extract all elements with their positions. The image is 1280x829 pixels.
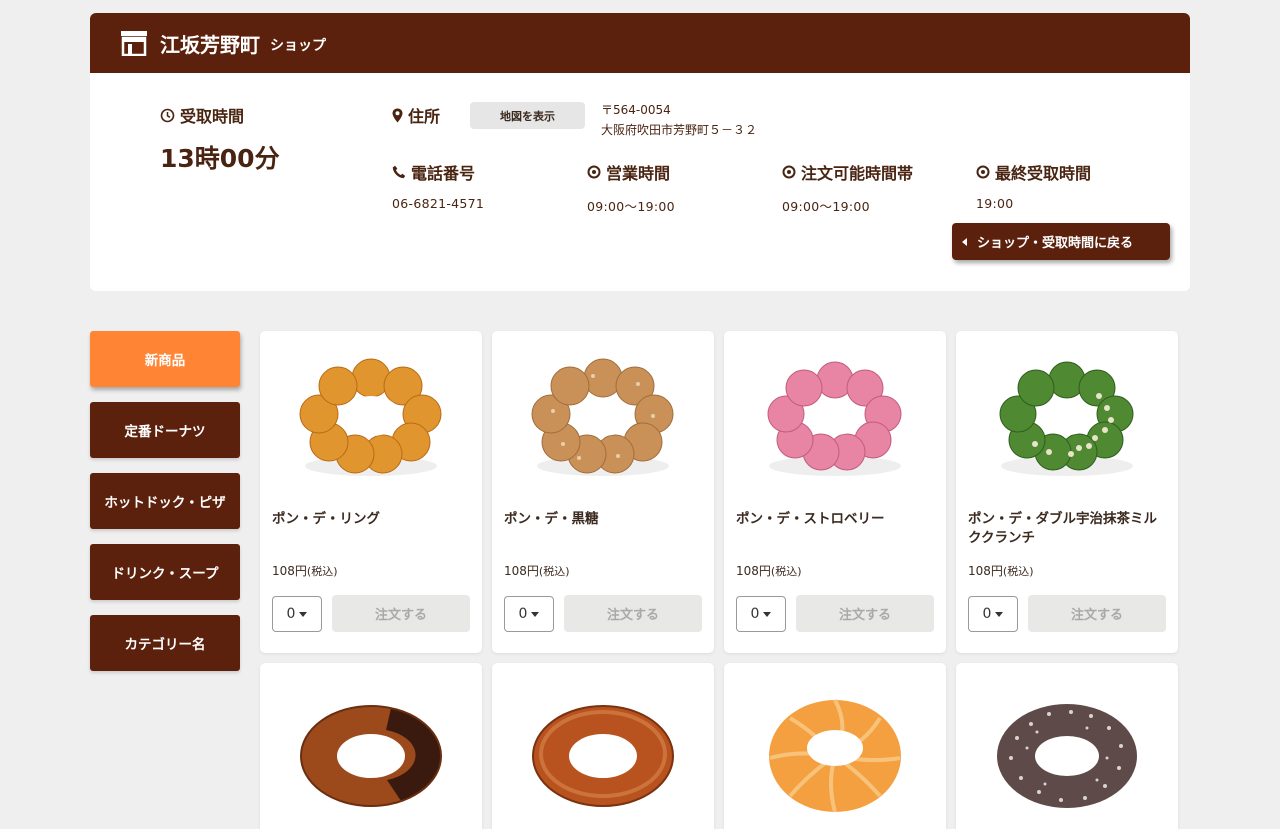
category-label: 定番ドーナツ [124,424,206,440]
coconut-chocolate-image[interactable] [984,685,1150,821]
chevron-left-icon [962,237,967,246]
category-label: ホットドック・ピザ [104,495,226,511]
caret-down-icon [299,611,308,617]
last-pickup-label: 最終受取時間 [995,164,1092,183]
category-standard-donuts[interactable]: 定番ドーナツ [90,402,240,458]
pickup-label: 受取時間 [180,107,245,126]
phone-block: 電話番号 06-6821-4571 [392,160,484,211]
map-pin-icon [392,108,403,122]
product-card [492,663,714,829]
phone-icon [392,165,406,179]
order-hours-block: 注文可能時間帯 09:00〜19:00 [782,160,913,215]
ring-icon [587,165,601,179]
caret-down-icon [995,611,1004,617]
quantity-value: 0 [286,606,296,622]
product-price: 108円(税込) [968,562,1034,579]
product-card: ポン・デ・黒糖 108円(税込) 0 注文する [492,331,714,653]
tax-note: (税込) [538,565,570,578]
price-value: 108円 [736,564,771,578]
address-block: 住所 [392,103,440,127]
quantity-value: 0 [518,606,528,622]
last-pickup-block: 最終受取時間 19:00 [976,160,1091,211]
pon-de-matcha-image[interactable] [984,353,1150,489]
product-price: 108円(税込) [504,562,570,579]
quantity-select[interactable]: 0 [272,596,322,632]
quantity-select[interactable]: 0 [504,596,554,632]
french-cruller-image[interactable] [752,685,918,821]
order-button[interactable]: 注文する [796,595,934,632]
phone-number: 06-6821-4571 [392,196,485,211]
clock-icon [160,108,175,122]
category-label: カテゴリー名 [124,637,206,653]
product-card: ポン・デ・ダブル宇治抹茶ミルククランチ 108円(税込) 0 注文する [956,331,1178,653]
product-price: 108円(税込) [736,562,802,579]
back-button-label: ショップ・受取時間に戻る [977,236,1134,251]
category-hotdog-pizza[interactable]: ホットドック・ピザ [90,473,240,529]
quantity-select[interactable]: 0 [968,596,1018,632]
shop-suffix: ショップ [270,38,326,54]
pickup-time-block: 受取時間 13時00分 [160,103,280,175]
order-hours-value: 09:00〜19:00 [782,199,870,214]
quantity-value: 0 [750,606,760,622]
ring-icon [782,165,796,179]
shop-name: 江坂芳野町 [160,32,260,57]
caret-down-icon [763,611,772,617]
price-value: 108円 [504,564,539,578]
tax-note: (税込) [306,565,338,578]
tax-note: (税込) [770,565,802,578]
order-button[interactable]: 注文する [332,595,470,632]
quantity-select[interactable]: 0 [736,596,786,632]
pon-de-strawberry-image[interactable] [752,353,918,489]
business-hours-label: 営業時間 [606,164,671,183]
price-value: 108円 [968,564,1003,578]
product-name: ポン・デ・黒糖 [504,511,599,527]
order-button[interactable]: 注文する [1028,595,1166,632]
product-card [260,663,482,829]
category-label: ドリンク・スープ [111,566,219,582]
product-name: ポン・デ・ストロベリー [736,511,885,527]
ring-icon [976,165,990,179]
address-label: 住所 [408,107,441,126]
caret-down-icon [531,611,540,617]
product-name: ポン・デ・リング [272,511,380,527]
product-price: 108円(税込) [272,562,338,579]
chocolate-dip-old-fashioned-image[interactable] [288,685,454,821]
price-value: 108円 [272,564,307,578]
business-hours-value: 09:00〜19:00 [587,199,675,214]
shop-icon [121,31,147,56]
shop-header: 江坂芳野町 ショップ [90,13,1190,73]
pon-de-ring-image[interactable] [288,353,454,489]
address-text: 〒564-0054 大阪府吹田市芳野町５－３２ [601,100,757,140]
product-card: ポン・デ・ストロベリー 108円(税込) 0 注文する [724,331,946,653]
back-to-shop-button[interactable]: ショップ・受取時間に戻る [952,223,1170,260]
quantity-value: 0 [982,606,992,622]
category-new-items[interactable]: 新商品 [90,331,240,387]
honey-dip-old-fashioned-image[interactable] [520,685,686,821]
last-pickup-value: 19:00 [976,196,1014,211]
product-card [956,663,1178,829]
show-map-button[interactable]: 地図を表示 [470,102,585,129]
postal-code: 〒564-0054 [601,103,671,117]
product-card: ポン・デ・リング 108円(税込) 0 注文する [260,331,482,653]
street-address: 大阪府吹田市芳野町５－３２ [601,123,758,137]
pickup-time: 13時00分 [160,144,280,173]
order-button[interactable]: 注文する [564,595,702,632]
business-hours-block: 営業時間 09:00〜19:00 [587,160,675,215]
order-hours-label: 注文可能時間帯 [801,164,914,183]
pon-de-kokuto-image[interactable] [520,353,686,489]
category-placeholder[interactable]: カテゴリー名 [90,615,240,671]
category-label: 新商品 [144,353,186,369]
product-name: ポン・デ・ダブル宇治抹茶ミルククランチ [968,511,1157,546]
tax-note: (税込) [1002,565,1034,578]
product-card [724,663,946,829]
phone-label: 電話番号 [411,164,476,183]
shop-panel: 江坂芳野町 ショップ 受取時間 13時00分 住所 地図を表示 〒564-005… [90,13,1190,291]
category-drink-soup[interactable]: ドリンク・スープ [90,544,240,600]
